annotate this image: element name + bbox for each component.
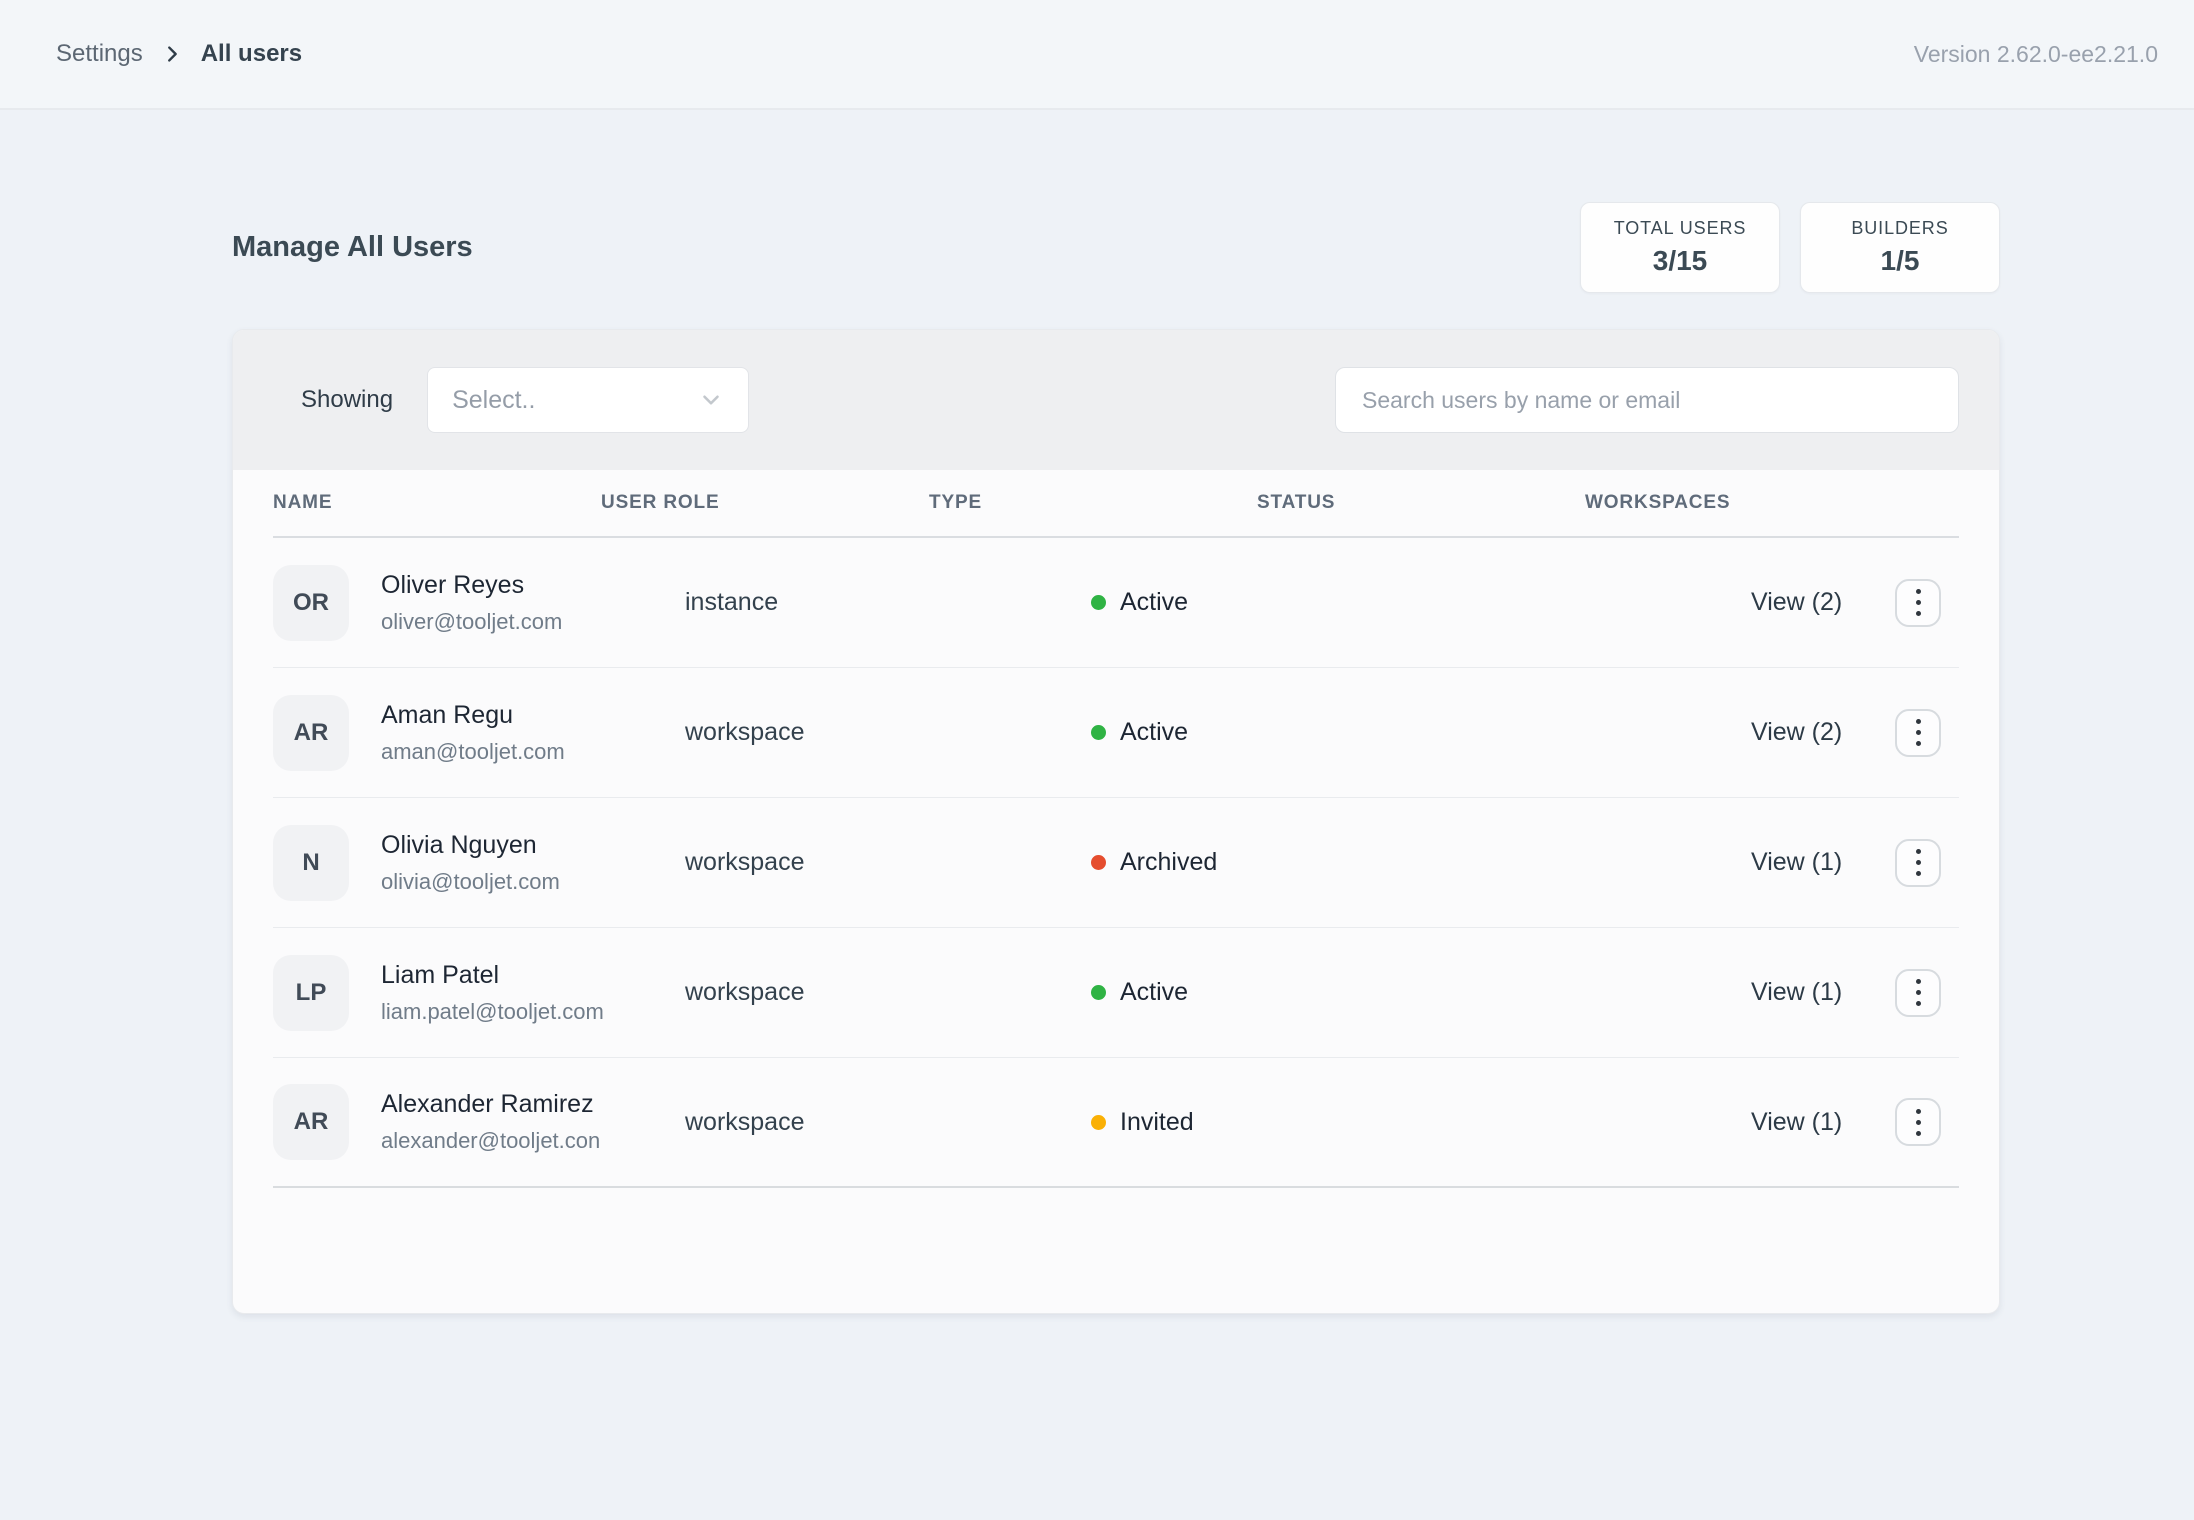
view-workspaces-link[interactable]: View (2) bbox=[1751, 718, 1895, 747]
status-dot-icon bbox=[1091, 725, 1106, 740]
table-row: OR Oliver Reyes oliver@tooljet.com insta… bbox=[273, 538, 1959, 668]
builders-card: BUILDERS 1/5 bbox=[1800, 202, 2000, 293]
kebab-icon bbox=[1916, 589, 1921, 594]
user-email: aman@tooljet.com bbox=[381, 739, 565, 765]
column-header-name: NAME bbox=[273, 492, 601, 514]
breadcrumb-settings[interactable]: Settings bbox=[56, 40, 143, 68]
breadcrumb: Settings All users bbox=[56, 40, 302, 68]
total-users-card: TOTAL USERS 3/15 bbox=[1580, 202, 1780, 293]
total-users-label: TOTAL USERS bbox=[1607, 218, 1753, 239]
column-header-type: TYPE bbox=[929, 492, 1257, 514]
showing-label: Showing bbox=[301, 386, 393, 414]
view-workspaces-link[interactable]: View (1) bbox=[1751, 978, 1895, 1007]
status-dot-icon bbox=[1091, 855, 1106, 870]
row-menu-button[interactable] bbox=[1895, 1098, 1941, 1146]
row-menu-button[interactable] bbox=[1895, 969, 1941, 1017]
user-name: Aman Regu bbox=[381, 701, 565, 730]
status-badge: Active bbox=[1120, 588, 1188, 617]
user-email: alexander@tooljet.con bbox=[381, 1128, 600, 1154]
status-badge: Active bbox=[1120, 978, 1188, 1007]
avatar: AR bbox=[273, 695, 349, 771]
table-header: NAME USER ROLE TYPE STATUS WORKSPACES bbox=[273, 470, 1959, 538]
column-header-status: STATUS bbox=[1257, 492, 1585, 514]
user-role: workspace bbox=[685, 848, 1091, 877]
table-row: AR Aman Regu aman@tooljet.com workspace … bbox=[273, 668, 1959, 798]
user-role: workspace bbox=[685, 978, 1091, 1007]
column-header-user-role: USER ROLE bbox=[601, 492, 929, 514]
chevron-right-icon bbox=[161, 43, 183, 65]
status-badge: Invited bbox=[1120, 1108, 1194, 1137]
kebab-icon bbox=[1916, 719, 1921, 724]
builders-value: 1/5 bbox=[1827, 245, 1973, 277]
user-role: instance bbox=[685, 588, 1091, 617]
user-name: Olivia Nguyen bbox=[381, 831, 560, 860]
status-badge: Archived bbox=[1120, 848, 1217, 877]
user-name: Oliver Reyes bbox=[381, 571, 562, 600]
table-body: OR Oliver Reyes oliver@tooljet.com insta… bbox=[273, 538, 1959, 1188]
status-dot-icon bbox=[1091, 595, 1106, 610]
row-menu-button[interactable] bbox=[1895, 579, 1941, 627]
user-email: oliver@tooljet.com bbox=[381, 609, 562, 635]
chevron-down-icon bbox=[698, 387, 724, 413]
user-name: Alexander Ramirez bbox=[381, 1090, 600, 1119]
user-role: workspace bbox=[685, 718, 1091, 747]
row-menu-button[interactable] bbox=[1895, 839, 1941, 887]
filter-band: Showing Select.. bbox=[233, 330, 1999, 470]
user-name: Liam Patel bbox=[381, 961, 604, 990]
stat-cards: TOTAL USERS 3/15 BUILDERS 1/5 bbox=[1580, 202, 2000, 293]
user-email: olivia@tooljet.com bbox=[381, 869, 560, 895]
search-input[interactable] bbox=[1335, 367, 1959, 433]
table-row: N Olivia Nguyen olivia@tooljet.com works… bbox=[273, 798, 1959, 928]
avatar: LP bbox=[273, 955, 349, 1031]
users-panel: Showing Select.. NAME USER ROLE TYPE STA… bbox=[232, 329, 2000, 1314]
topbar: Settings All users Version 2.62.0-ee2.21… bbox=[0, 0, 2194, 110]
avatar: AR bbox=[273, 1084, 349, 1160]
version-label: Version 2.62.0-ee2.21.0 bbox=[1914, 41, 2158, 68]
user-email: liam.patel@tooljet.com bbox=[381, 999, 604, 1025]
main-content: Manage All Users TOTAL USERS 3/15 BUILDE… bbox=[232, 202, 2000, 1314]
table-row: AR Alexander Ramirez alexander@tooljet.c… bbox=[273, 1058, 1959, 1188]
status-dot-icon bbox=[1091, 985, 1106, 1000]
breadcrumb-all-users: All users bbox=[201, 40, 302, 68]
kebab-icon bbox=[1916, 1109, 1921, 1114]
column-header-workspaces: WORKSPACES bbox=[1585, 492, 1895, 514]
total-users-value: 3/15 bbox=[1607, 245, 1753, 277]
avatar: N bbox=[273, 825, 349, 901]
kebab-icon bbox=[1916, 979, 1921, 984]
table-row: LP Liam Patel liam.patel@tooljet.com wor… bbox=[273, 928, 1959, 1058]
view-workspaces-link[interactable]: View (1) bbox=[1751, 1108, 1895, 1137]
user-role: workspace bbox=[685, 1108, 1091, 1137]
view-workspaces-link[interactable]: View (2) bbox=[1751, 588, 1895, 617]
avatar: OR bbox=[273, 565, 349, 641]
status-badge: Active bbox=[1120, 718, 1188, 747]
row-menu-button[interactable] bbox=[1895, 709, 1941, 757]
status-filter-select[interactable]: Select.. bbox=[427, 367, 749, 433]
status-filter-value: Select.. bbox=[452, 386, 698, 415]
builders-label: BUILDERS bbox=[1827, 218, 1973, 239]
page-title: Manage All Users bbox=[232, 231, 473, 264]
view-workspaces-link[interactable]: View (1) bbox=[1751, 848, 1895, 877]
users-table: NAME USER ROLE TYPE STATUS WORKSPACES OR… bbox=[233, 470, 1999, 1188]
kebab-icon bbox=[1916, 849, 1921, 854]
status-dot-icon bbox=[1091, 1115, 1106, 1130]
